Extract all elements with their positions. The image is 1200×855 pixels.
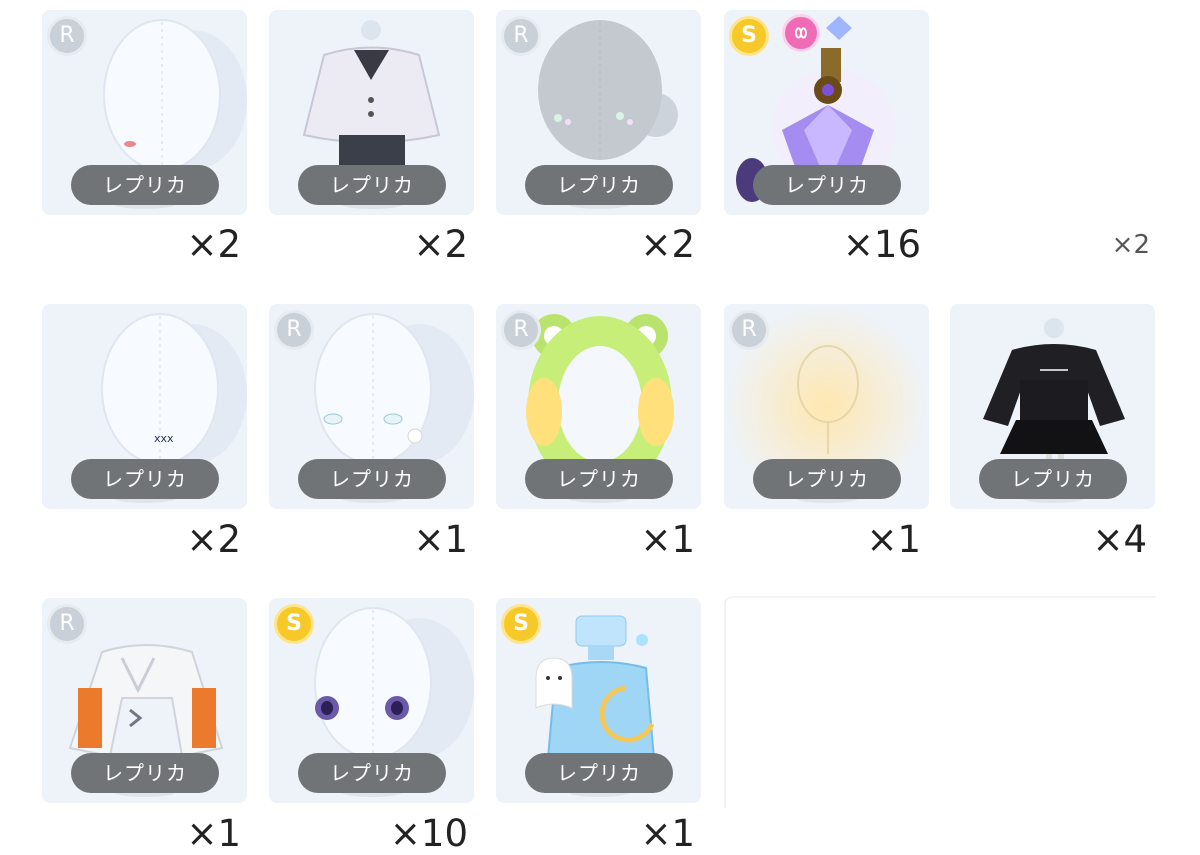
replica-label: レプリカ — [753, 165, 901, 205]
replica-label: レプリカ — [753, 459, 901, 499]
r-rarity-icon: R — [47, 604, 87, 644]
r-rarity-icon: R — [47, 16, 87, 56]
replica-label: レプリカ — [525, 165, 673, 205]
item-count: ×2 — [186, 518, 241, 561]
item-count: ×1 — [640, 518, 695, 561]
replica-label: レプリカ — [979, 459, 1127, 499]
item-card[interactable]: R レプリカ — [269, 304, 474, 509]
item-count: ×2 — [640, 223, 695, 266]
item-count: ×16 — [842, 223, 921, 266]
item-count: ×4 — [1092, 518, 1147, 561]
item-count: ×1 — [866, 518, 921, 561]
r-rarity-icon: R — [729, 310, 769, 350]
replica-label: レプリカ — [71, 459, 219, 499]
infinity-heart-icon — [782, 14, 820, 52]
item-card[interactable]: S レプリカ — [496, 598, 701, 803]
item-card[interactable]: R レプリカ — [42, 598, 247, 803]
item-card[interactable]: S レプリカ — [269, 598, 474, 803]
item-count: ×1 — [413, 518, 468, 561]
replica-label: レプリカ — [525, 459, 673, 499]
s-rarity-icon: S — [274, 604, 314, 644]
replica-label: レプリカ — [525, 753, 673, 793]
item-count-partial: ×2 — [1111, 232, 1150, 254]
replica-label: レプリカ — [71, 165, 219, 205]
r-rarity-icon: R — [501, 16, 541, 56]
item-count: ×2 — [186, 223, 241, 266]
item-card[interactable]: R レプリカ — [724, 304, 929, 509]
item-card[interactable]: レプリカ — [269, 10, 474, 215]
item-card[interactable]: R レプリカ — [496, 10, 701, 215]
item-card[interactable]: レプリカ — [950, 304, 1155, 509]
svg-text:xxx: xxx — [154, 432, 174, 445]
item-count: ×10 — [389, 812, 468, 855]
item-card[interactable]: S レプリカ — [724, 10, 929, 215]
replica-label: レプリカ — [298, 459, 446, 499]
item-count: ×1 — [186, 812, 241, 855]
item-count: ×2 — [413, 223, 468, 266]
r-rarity-icon: R — [501, 310, 541, 350]
item-count: ×1 — [640, 812, 695, 855]
s-rarity-icon: S — [729, 16, 769, 56]
replica-label: レプリカ — [298, 165, 446, 205]
item-card[interactable]: xxx レプリカ — [42, 304, 247, 509]
empty-slot — [724, 596, 1156, 808]
replica-label: レプリカ — [71, 753, 219, 793]
r-rarity-icon: R — [274, 310, 314, 350]
item-card[interactable]: R レプリカ — [496, 304, 701, 509]
item-card[interactable]: R レプリカ — [42, 10, 247, 215]
replica-label: レプリカ — [298, 753, 446, 793]
s-rarity-icon: S — [501, 604, 541, 644]
